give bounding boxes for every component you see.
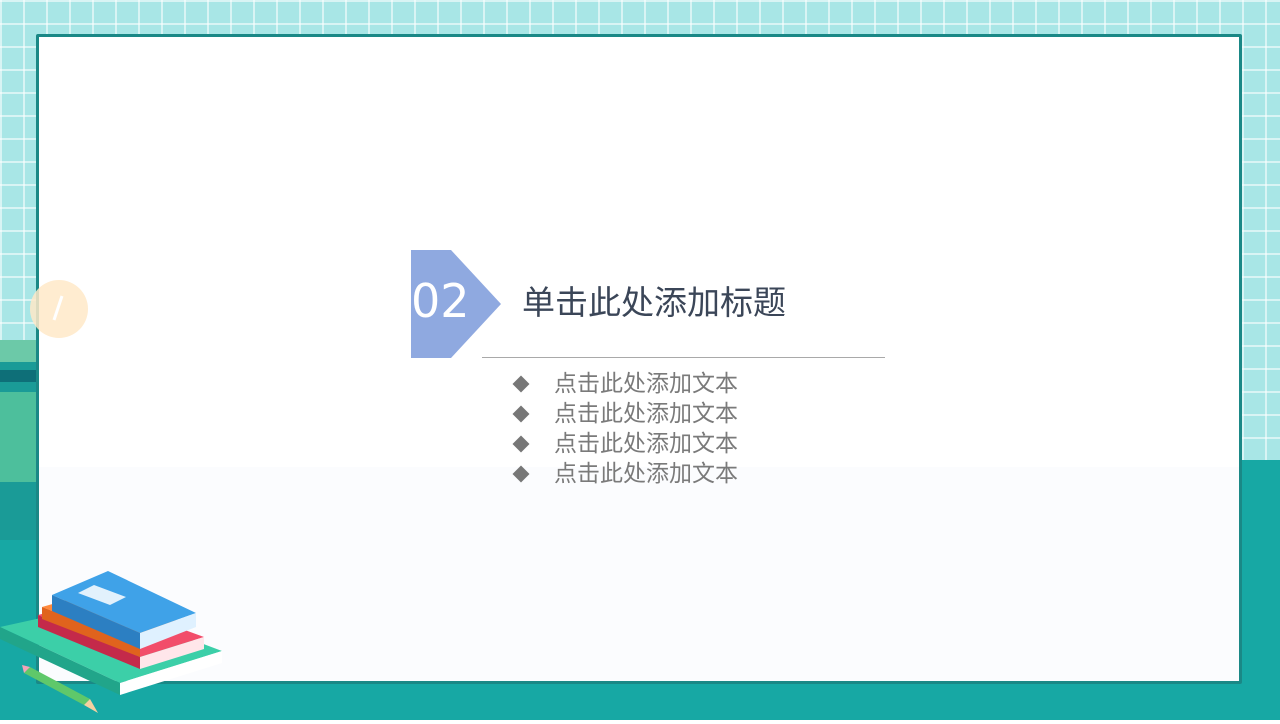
list-item[interactable]: 点击此处添加文本 xyxy=(512,459,738,489)
section-number: 02 xyxy=(411,274,470,328)
pencil-icon xyxy=(22,665,98,713)
diamond-bullet-icon xyxy=(512,375,530,393)
left-decor-strip xyxy=(0,340,40,540)
bullet-list: 点击此处添加文本 点击此处添加文本 点击此处添加文本 点击此处添加文本 xyxy=(512,369,738,489)
list-item-text: 点击此处添加文本 xyxy=(554,461,738,487)
list-item-text: 点击此处添加文本 xyxy=(554,401,738,427)
diamond-bullet-icon xyxy=(512,435,530,453)
list-item-text: 点击此处添加文本 xyxy=(554,371,738,397)
title-divider xyxy=(482,357,885,358)
section-title[interactable]: 单击此处添加标题 xyxy=(522,280,786,326)
badge-glyph-icon xyxy=(52,295,64,321)
list-item[interactable]: 点击此处添加文本 xyxy=(512,429,738,459)
books-stack-icon xyxy=(0,565,230,724)
diamond-bullet-icon xyxy=(512,465,530,483)
diamond-bullet-icon xyxy=(512,405,530,423)
list-item[interactable]: 点击此处添加文本 xyxy=(512,399,738,429)
orange-badge xyxy=(30,280,88,338)
list-item-text: 点击此处添加文本 xyxy=(554,431,738,457)
list-item[interactable]: 点击此处添加文本 xyxy=(512,369,738,399)
